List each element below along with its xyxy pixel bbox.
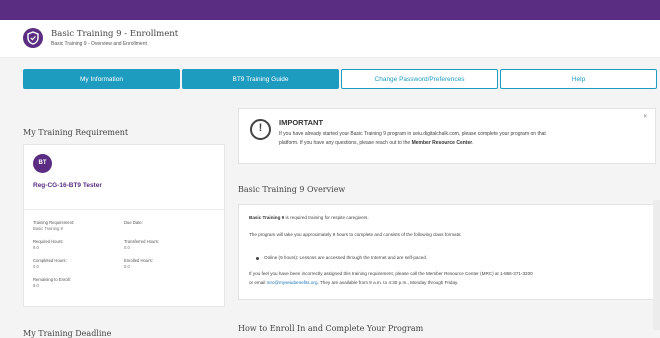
tab-my-information[interactable]: My Information xyxy=(23,69,180,89)
transferred-hours-label: Transferred Hours: xyxy=(124,239,159,244)
completed-hours-label: Completed Hours: xyxy=(33,258,67,263)
enrolled-hours-value: 0.0 xyxy=(124,264,130,269)
member-resource-center-text: Member Resource Center xyxy=(411,139,473,146)
enrolled-hours-label: Enrolled Hours: xyxy=(124,258,153,263)
remaining-to-enroll-label: Remaining to Enroll: xyxy=(33,277,71,282)
overview-p3-suffix: . They are available from 8 a.m. to 4:30… xyxy=(317,279,459,285)
overview-program-name: Basic Training 9 xyxy=(249,215,285,220)
important-line-1: If you have already started your Basic T… xyxy=(279,131,546,137)
top-bar xyxy=(0,0,660,20)
due-date-label: Due Date: xyxy=(124,220,143,225)
important-notice: ! IMPORTANT If you have already started … xyxy=(238,108,656,164)
exclamation-icon: ! xyxy=(250,119,271,140)
close-icon[interactable]: × xyxy=(643,114,647,120)
avatar: BT xyxy=(33,154,52,173)
tab-bt9-training-guide[interactable]: BT9 Training Guide xyxy=(182,69,339,89)
training-requirement-card: BT Reg-CG-16-BT9 Tester Training Require… xyxy=(23,144,225,307)
overview-paragraph-3: If you feel you have been incorrectly as… xyxy=(249,270,533,287)
mrc-email-link[interactable]: mrc@myseiubenefits.org xyxy=(267,280,318,285)
user-name: Reg-CG-16-BT9 Tester xyxy=(33,182,102,189)
overview-heading: Basic Training 9 Overview xyxy=(238,185,346,194)
overview-p1-text: is required training for respite caregiv… xyxy=(284,215,369,220)
training-requirement-value: Basic Training 9 xyxy=(33,226,63,231)
card-header: BT Reg-CG-16-BT9 Tester xyxy=(24,145,224,210)
overview-p3-prefix: or email xyxy=(249,279,267,285)
training-deadline-heading: My Training Deadline xyxy=(23,329,112,338)
important-line-2: platform. If you have any questions, ple… xyxy=(279,139,411,146)
overview-panel: Basic Training 9 is required training fo… xyxy=(238,204,656,300)
overview-paragraph-1: Basic Training 9 is required training fo… xyxy=(249,214,369,223)
required-hours-value: 9.0 xyxy=(33,245,39,250)
overview-paragraph-2: The program will take you approximately … xyxy=(249,232,462,237)
shield-icon xyxy=(23,28,43,48)
important-title: IMPORTANT xyxy=(279,118,324,127)
tab-change-password-preferences[interactable]: Change Password/Preferences xyxy=(341,69,498,89)
training-requirement-heading: My Training Requirement xyxy=(23,128,129,137)
completed-hours-value: 0.0 xyxy=(33,264,39,269)
scroll-edge xyxy=(653,200,660,330)
enroll-heading: How to Enroll In and Complete Your Progr… xyxy=(238,324,424,333)
bullet-dot xyxy=(256,257,259,260)
training-requirement-label: Training Requirement: xyxy=(33,220,75,225)
page-header: Basic Training 9 - Enrollment Basic Trai… xyxy=(0,20,660,58)
transferred-hours-value: 0.0 xyxy=(124,245,130,250)
required-hours-label: Required Hours: xyxy=(33,239,64,244)
overview-p3-line-1: If you feel you have been incorrectly as… xyxy=(249,271,533,276)
tab-bar: My Information BT9 Training Guide Change… xyxy=(0,58,660,92)
page-title: Basic Training 9 - Enrollment xyxy=(51,29,179,39)
tab-help[interactable]: Help xyxy=(500,69,657,89)
remaining-to-enroll-value: 9.0 xyxy=(33,283,39,288)
page-subtitle: Basic Training 9 - Overview and Enrollme… xyxy=(51,41,147,47)
important-body: If you have already started your Basic T… xyxy=(279,131,546,146)
overview-bullet-online: Online (9 hours): Lessons are accessed t… xyxy=(264,255,428,260)
